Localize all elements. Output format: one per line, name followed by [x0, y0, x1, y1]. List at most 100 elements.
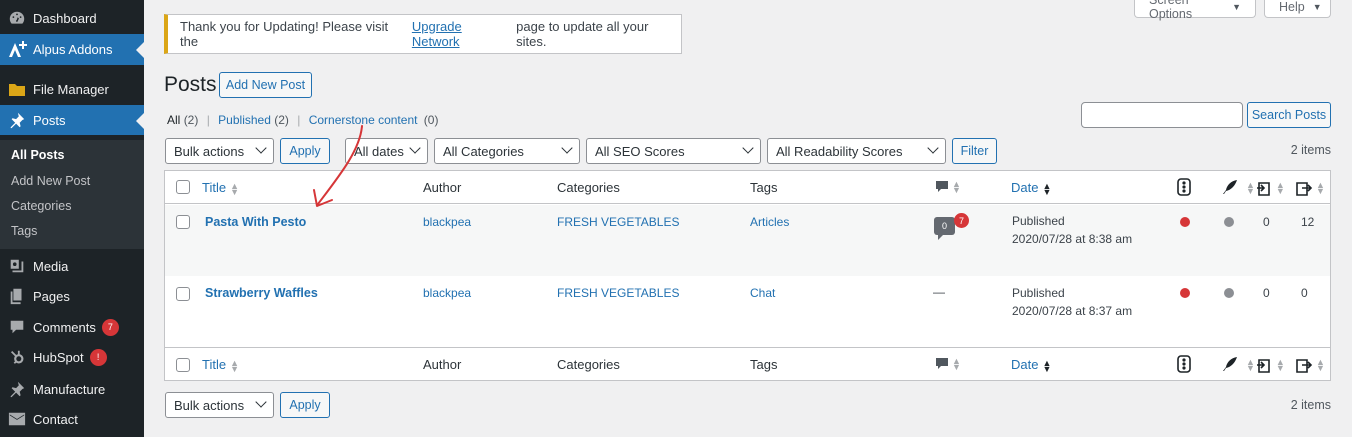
- menu-posts[interactable]: Posts: [0, 105, 144, 135]
- bulk-actions-select[interactable]: Bulk actions: [165, 138, 274, 164]
- menu-media[interactable]: Media: [0, 251, 144, 281]
- add-new-post-button[interactable]: Add New Post: [219, 72, 312, 98]
- comment-count: —: [933, 285, 945, 299]
- column-internal-links-out[interactable]: ▲ ▼: [1295, 356, 1325, 374]
- sort-icon: ▲ ▼: [1316, 357, 1325, 373]
- table-footer: Title ▲ ▼ Author Categories Tags ▲ ▼ Date ▲ ▼…: [165, 347, 1330, 380]
- links-in-count: 0: [1263, 286, 1270, 300]
- submenu-tags[interactable]: Tags: [11, 224, 37, 238]
- submenu-all-posts[interactable]: All Posts: [11, 148, 65, 162]
- menu-contact[interactable]: Contact: [0, 404, 144, 434]
- column-internal-links-in[interactable]: ▲ ▼ ▲ ▼: [1243, 356, 1285, 374]
- column-author: Author: [423, 180, 462, 195]
- post-title-link[interactable]: Strawberry Waffles: [205, 286, 318, 300]
- post-date: 2020/07/28 at 8:38 am: [1012, 232, 1133, 246]
- submenu-categories[interactable]: Categories: [11, 199, 71, 213]
- post-author-link[interactable]: blackpea: [423, 286, 471, 300]
- menu-hubspot[interactable]: HubSpot !: [0, 342, 144, 372]
- post-tag-link[interactable]: Articles: [750, 215, 789, 229]
- column-title-label[interactable]: Title: [202, 357, 226, 372]
- screen-options-label: Screen Options: [1149, 0, 1193, 21]
- menu-manufacture[interactable]: Manufacture: [0, 374, 144, 404]
- menu-file-manager[interactable]: File Manager: [0, 74, 144, 104]
- notice-text-after: page to update all your sites.: [516, 19, 649, 49]
- column-readability[interactable]: [1222, 356, 1238, 372]
- sort-icon: ▲ ▼: [1246, 357, 1255, 373]
- menu-pages[interactable]: Pages: [0, 281, 144, 311]
- links-out-icon: [1296, 359, 1313, 373]
- categories-value: All Categories: [443, 143, 524, 159]
- alpus-addons-icon: [7, 40, 27, 60]
- column-internal-links-out[interactable]: ▲ ▼: [1295, 179, 1325, 197]
- hubspot-icon: [7, 347, 27, 367]
- menu-label: Manufacture: [33, 381, 106, 397]
- bulk-actions-value: Bulk actions: [174, 397, 245, 413]
- column-title-label[interactable]: Title: [202, 180, 226, 195]
- column-seo-score[interactable]: [1177, 355, 1191, 373]
- notice-text-before: Thank you for Updating! Please visit the: [180, 19, 389, 49]
- row-checkbox[interactable]: [176, 287, 190, 301]
- menu-comments[interactable]: Comments 7: [0, 312, 144, 342]
- pages-icon: [7, 286, 27, 306]
- pushpin-icon: [7, 110, 27, 130]
- help-button[interactable]: Help ▼: [1264, 0, 1331, 18]
- readability-scores-select[interactable]: All Readability Scores: [767, 138, 946, 164]
- column-author: Author: [423, 357, 462, 372]
- annotation-arrow: [313, 125, 363, 207]
- menu-label: Dashboard: [33, 10, 97, 26]
- column-title[interactable]: Title ▲ ▼: [202, 180, 239, 196]
- menu-label: Contact: [33, 411, 78, 427]
- view-all[interactable]: All: [167, 113, 180, 127]
- filter-button[interactable]: Filter: [952, 138, 997, 164]
- sort-icon: ▲ ▼: [1042, 180, 1052, 197]
- post-title-link[interactable]: Pasta With Pesto: [205, 215, 306, 229]
- chevron-down-icon: [927, 142, 939, 154]
- menu-alpus-addons[interactable]: Alpus Addons: [0, 34, 144, 65]
- post-category-link[interactable]: FRESH VEGETABLES: [557, 215, 679, 229]
- column-date[interactable]: Date ▲ ▼: [1011, 357, 1052, 374]
- search-input[interactable]: [1081, 102, 1243, 128]
- row-checkbox[interactable]: [176, 215, 190, 229]
- column-readability[interactable]: [1222, 179, 1238, 195]
- search-posts-button[interactable]: Search Posts: [1247, 102, 1331, 128]
- page-title: Posts: [164, 73, 217, 96]
- sort-icon: ▲ ▼: [1042, 357, 1052, 374]
- post-author-link[interactable]: blackpea: [423, 215, 471, 229]
- column-date[interactable]: Date ▲ ▼: [1011, 180, 1052, 197]
- media-icon: [7, 256, 27, 276]
- comment-count-bubble[interactable]: 0: [934, 217, 955, 240]
- bulk-actions-value: Bulk actions: [174, 143, 245, 159]
- bulk-actions-select-bottom[interactable]: Bulk actions: [165, 392, 274, 418]
- seo-scores-select[interactable]: All SEO Scores: [586, 138, 761, 164]
- column-seo-score[interactable]: [1177, 178, 1191, 196]
- items-count: 2 items: [1290, 143, 1331, 157]
- update-notice: Thank you for Updating! Please visit the…: [164, 14, 682, 54]
- upgrade-network-link[interactable]: Upgrade Network: [412, 19, 512, 49]
- help-label: Help: [1279, 0, 1305, 14]
- apply-button-bottom[interactable]: Apply: [280, 392, 330, 418]
- column-date-label[interactable]: Date: [1011, 180, 1038, 195]
- post-tag-link[interactable]: Chat: [750, 286, 775, 300]
- menu-dashboard[interactable]: Dashboard: [0, 3, 144, 33]
- column-comments[interactable]: ▲ ▼: [935, 357, 961, 372]
- chevron-down-icon: [409, 142, 421, 154]
- column-date-label[interactable]: Date: [1011, 357, 1038, 372]
- column-internal-links-in[interactable]: ▲ ▼ ▲ ▼: [1243, 179, 1285, 197]
- column-comments[interactable]: ▲ ▼: [935, 179, 961, 195]
- column-title[interactable]: Title ▲ ▼: [202, 357, 239, 373]
- post-category-link[interactable]: FRESH VEGETABLES: [557, 286, 679, 300]
- categories-select[interactable]: All Categories: [434, 138, 580, 164]
- pending-comments-badge[interactable]: 7: [954, 213, 969, 228]
- sort-icon: ▲ ▼: [952, 179, 961, 195]
- column-categories: Categories: [557, 180, 620, 195]
- screen-options-button[interactable]: Screen Options ▼: [1134, 0, 1256, 21]
- menu-label: Alpus Addons: [33, 42, 113, 57]
- view-published[interactable]: Published: [218, 113, 271, 127]
- select-all-checkbox[interactable]: [176, 180, 190, 194]
- select-all-checkbox[interactable]: [176, 358, 190, 372]
- column-tags: Tags: [750, 180, 778, 195]
- submenu-add-new-post[interactable]: Add New Post: [11, 174, 90, 188]
- sort-icon: ▲ ▼: [1246, 180, 1255, 196]
- chevron-down-icon: [742, 142, 754, 154]
- hubspot-alert-badge: !: [89, 348, 107, 366]
